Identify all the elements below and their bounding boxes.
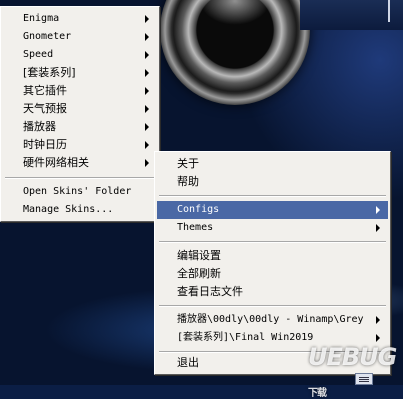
keyboard-tray-icon[interactable] — [355, 373, 373, 385]
menu-item-label: 全部刷新 — [177, 267, 221, 280]
context-menu: 关于 帮助 Configs Themes 编辑设置 全部刷新 查看日志文件 播放… — [154, 151, 391, 375]
submenu-arrow-icon — [376, 206, 380, 214]
menu-item-label: 天气预报 — [23, 102, 67, 115]
submenu-arrow-icon — [376, 334, 380, 342]
menu-item-label: Enigma — [23, 13, 60, 24]
menu-item-label: Manage Skins... — [23, 204, 114, 215]
menu-item-clock-calendar[interactable]: 时钟日历 — [3, 136, 157, 154]
submenu-arrow-icon — [145, 87, 149, 95]
menu-item-gnometer[interactable]: Gnometer — [3, 28, 157, 46]
menu-item-label: 硬件网络相关 — [23, 156, 89, 169]
open-skins-folder-item[interactable]: Open Skins' Folder — [3, 183, 157, 201]
menu-item-label: Gnometer — [23, 31, 72, 42]
submenu-arrow-icon — [145, 51, 149, 59]
active-skin-item-player[interactable]: 播放器\00dly\00dly - Winamp\Grey — [157, 311, 388, 329]
menu-item-label: Open Skins' Folder — [23, 186, 132, 197]
menu-item-label: 关于 — [177, 157, 199, 170]
menu-separator — [159, 195, 386, 197]
manage-skins-item[interactable]: Manage Skins... — [3, 201, 157, 219]
submenu-arrow-icon — [145, 105, 149, 113]
desktop-decoration — [300, 0, 403, 30]
menu-item-label: 播放器\00dly\00dly - Winamp\Grey — [177, 314, 364, 325]
refresh-all-item[interactable]: 全部刷新 — [157, 265, 388, 283]
configs-item[interactable]: Configs — [157, 201, 388, 219]
submenu-arrow-icon — [145, 15, 149, 23]
watermark-logo: UEBUG 下载 — [308, 343, 403, 399]
about-item[interactable]: 关于 — [157, 155, 388, 173]
submenu-arrow-icon — [145, 33, 149, 41]
menu-item-speed[interactable]: Speed — [3, 46, 157, 64]
menu-item-label: 时钟日历 — [23, 138, 67, 151]
menu-item-label: 查看日志文件 — [177, 285, 243, 298]
submenu-arrow-icon — [145, 123, 149, 131]
menu-item-suite-series[interactable]: [套装系列] — [3, 64, 157, 82]
menu-separator — [159, 305, 386, 307]
menu-item-label: 其它插件 — [23, 84, 67, 97]
themes-item[interactable]: Themes — [157, 219, 388, 237]
view-log-item[interactable]: 查看日志文件 — [157, 283, 388, 301]
menu-item-enigma[interactable]: Enigma — [3, 10, 157, 28]
menu-item-label: 编辑设置 — [177, 249, 221, 262]
submenu-arrow-icon — [376, 224, 380, 232]
submenu-arrow-icon — [145, 159, 149, 167]
skins-menu: Enigma Gnometer Speed [套装系列] 其它插件 天气预报 播… — [0, 6, 160, 222]
menu-item-label: [套装系列] — [23, 66, 76, 79]
edit-settings-item[interactable]: 编辑设置 — [157, 247, 388, 265]
submenu-arrow-icon — [145, 141, 149, 149]
menu-item-label: 退出 — [177, 356, 199, 369]
menu-item-other-plugins[interactable]: 其它插件 — [3, 82, 157, 100]
menu-item-label: Themes — [177, 222, 214, 233]
menu-item-label: Speed — [23, 49, 54, 60]
menu-separator — [159, 241, 386, 243]
menu-item-label: Configs — [177, 204, 220, 215]
submenu-arrow-icon — [376, 316, 380, 324]
menu-item-hardware-network[interactable]: 硬件网络相关 — [3, 154, 157, 172]
menu-item-label: 播放器 — [23, 120, 56, 133]
menu-item-player[interactable]: 播放器 — [3, 118, 157, 136]
submenu-arrow-icon — [145, 69, 149, 77]
watermark-text: UEBUG — [308, 343, 397, 371]
watermark-suffix: 下载 — [308, 388, 327, 399]
menu-item-label: [套装系列]\Final Win2019 — [177, 332, 314, 343]
menu-separator — [5, 177, 155, 179]
help-item[interactable]: 帮助 — [157, 173, 388, 191]
menu-item-label: 帮助 — [177, 175, 199, 188]
menu-item-weather[interactable]: 天气预报 — [3, 100, 157, 118]
